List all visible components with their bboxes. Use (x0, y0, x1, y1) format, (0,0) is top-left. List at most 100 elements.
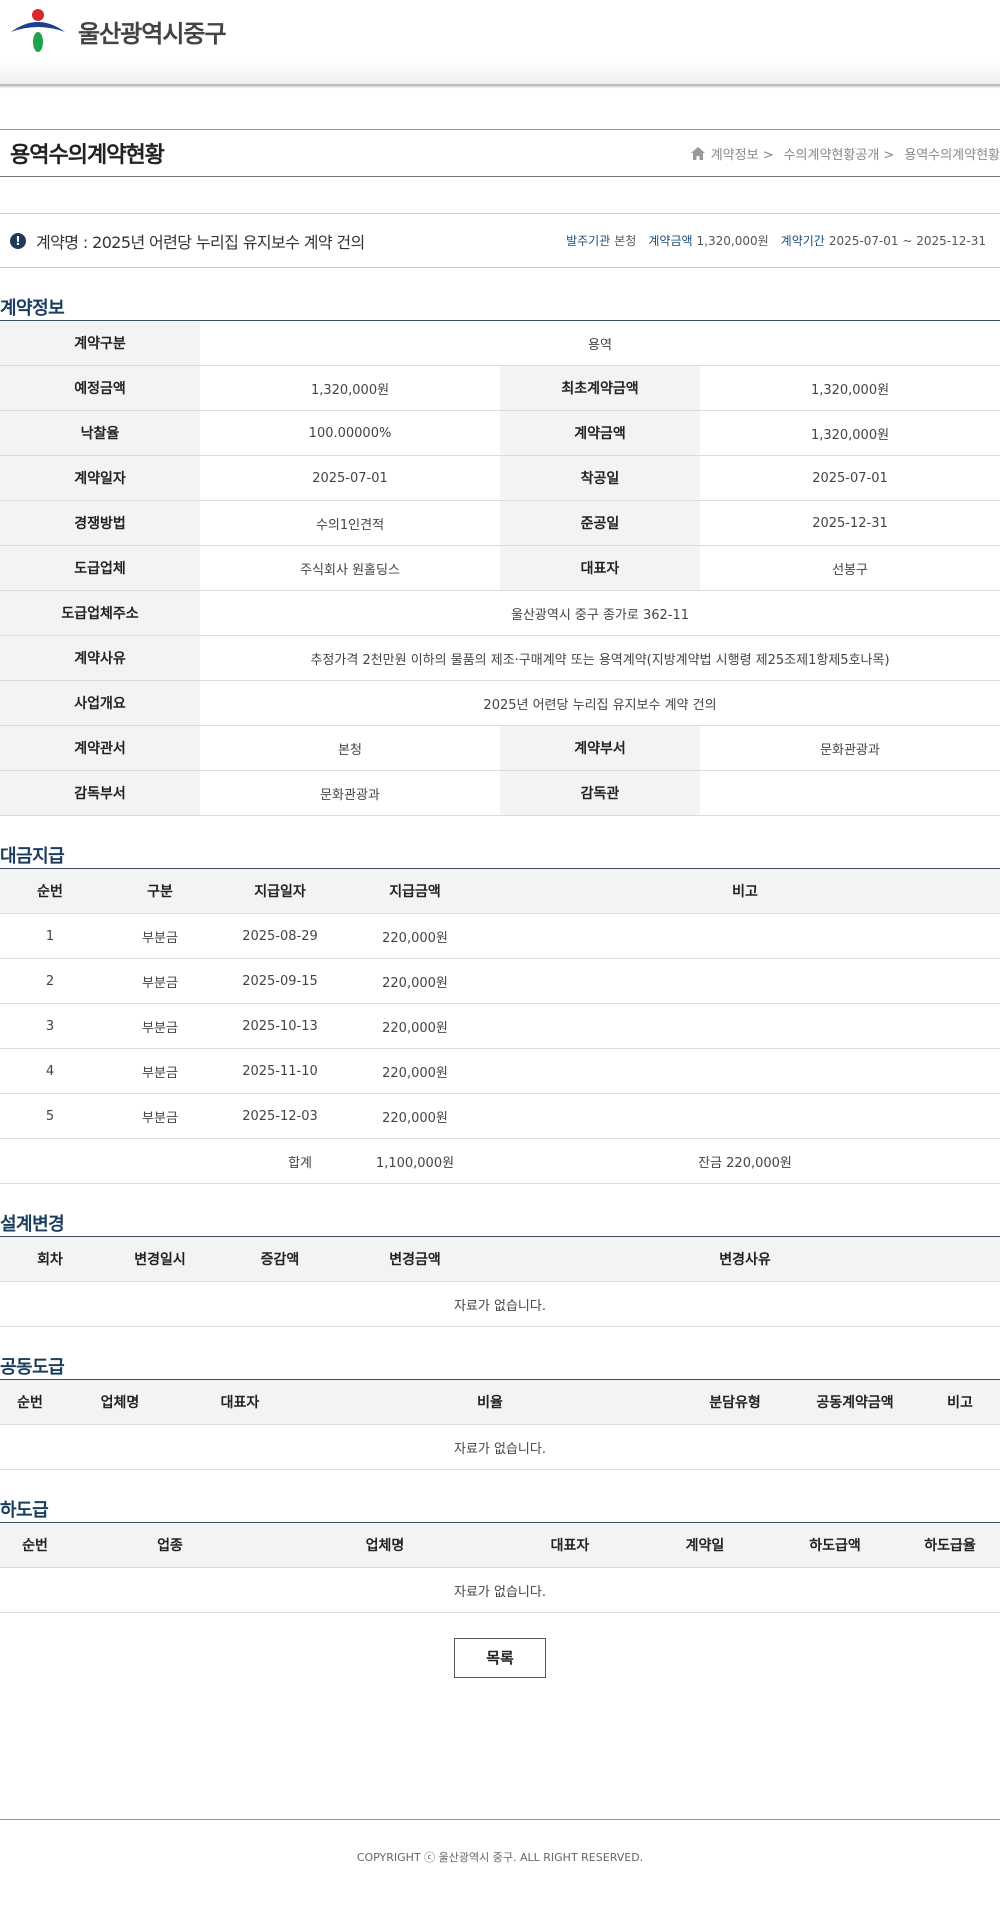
column-header: 비고 (490, 868, 1000, 914)
table-cell: 2025-09-15 (220, 958, 340, 1004)
footer: COPYRIGHT ⓒ 울산광역시 중구. ALL RIGHT RESERVED… (0, 1819, 1000, 1894)
site-name[interactable]: 울산광역시중구 (78, 14, 227, 49)
table-row: 2 부분금 2025-09-15 220,000원 (0, 958, 1000, 1004)
empty-message: 자료가 없습니다. (0, 1281, 1000, 1327)
column-header: 순번 (0, 868, 100, 914)
info-row: 계약사유 추정가격 2천만원 이하의 물품의 제조·구매계약 또는 용역계약(지방… (0, 635, 1000, 681)
table-cell: 220,000원 (340, 1048, 490, 1094)
column-header: 업종 (70, 1522, 270, 1568)
total-amount: 1,100,000원 (340, 1138, 490, 1184)
column-header: 분담유형 (680, 1379, 790, 1425)
empty-message: 자료가 없습니다. (0, 1567, 1000, 1613)
info-row: 낙찰율 100.00000% 계약금액 1,320,000원 (0, 410, 1000, 456)
period-value: 2025-07-01 ~ 2025-12-31 (828, 234, 986, 248)
info-label: 대표자 (500, 545, 700, 591)
info-label: 준공일 (500, 500, 700, 546)
table-header-row: 순번 업종 업체명 대표자 계약일 하도급액 하도급율 (0, 1522, 1000, 1568)
info-value: 1,320,000원 (700, 410, 1000, 456)
info-label: 예정금액 (0, 365, 200, 411)
column-header: 하도급액 (770, 1522, 900, 1568)
table-cell: 부분금 (100, 913, 220, 959)
info-label: 계약부서 (500, 725, 700, 771)
empty-row: 자료가 없습니다. (0, 1424, 1000, 1470)
table-cell (490, 1003, 1000, 1049)
home-icon[interactable] (690, 146, 705, 160)
table-cell: 2025-10-13 (220, 1003, 340, 1049)
info-value: 울산광역시 중구 종가로 362-11 (200, 590, 1000, 636)
table-cell: 3 (0, 1003, 100, 1049)
table-cell: 220,000원 (340, 1003, 490, 1049)
design-change-table: 회차 변경일시 증감액 변경금액 변경사유 자료가 없습니다. (0, 1236, 1000, 1327)
table-cell (490, 958, 1000, 1004)
info-label: 도급업체 (0, 545, 200, 591)
site-header: 울산광역시중구 (0, 0, 1000, 62)
table-cell (490, 1093, 1000, 1139)
column-header: 변경금액 (340, 1236, 490, 1282)
page-title: 용역수의계약현황 (10, 143, 165, 168)
column-header: 순번 (0, 1522, 70, 1568)
table-cell: 부분금 (100, 1093, 220, 1139)
column-header: 대표자 (500, 1522, 640, 1568)
title-bar: 용역수의계약현황 계약정보 > 수의계약현황공개 > 용역수의계약현황 (0, 129, 1000, 177)
agency-label: 발주기관 (566, 234, 611, 248)
info-value: 1,320,000원 (200, 365, 500, 411)
list-button[interactable]: 목록 (454, 1638, 546, 1678)
breadcrumb-private-contract[interactable]: 수의계약현황공개 > (784, 144, 895, 163)
column-header: 공동계약금액 (790, 1379, 920, 1425)
table-cell: 220,000원 (340, 958, 490, 1004)
info-label: 계약사유 (0, 635, 200, 681)
column-header: 회차 (0, 1236, 100, 1282)
table-cell: 220,000원 (340, 1093, 490, 1139)
junggu-logo-icon[interactable] (9, 8, 67, 54)
breadcrumb-contract-info[interactable]: 계약정보 > (711, 144, 774, 163)
contract-info-table: 계약구분 용역 예정금액 1,320,000원 최초계약금액 1,320,000원 낙찰율 1… (0, 320, 1000, 816)
section-title-payments: 대금지급 (0, 846, 65, 867)
table-cell: 5 (0, 1093, 100, 1139)
column-header: 업체명 (270, 1522, 500, 1568)
info-label: 계약일자 (0, 455, 200, 501)
nav-bar (0, 62, 1000, 86)
table-cell: 2025-11-10 (220, 1048, 340, 1094)
info-value: 주식회사 원홀딩스 (200, 545, 500, 591)
info-label: 사업개요 (0, 680, 200, 726)
info-label: 도급업체주소 (0, 590, 200, 636)
info-row: 계약구분 용역 (0, 320, 1000, 366)
info-value: 2025-12-31 (700, 500, 1000, 546)
table-header-row: 순번 업체명 대표자 비율 분담유형 공동계약금액 비고 (0, 1379, 1000, 1425)
copyright-text: COPYRIGHT ⓒ 울산광역시 중구. ALL RIGHT RESERVED… (356, 1851, 644, 1864)
table-cell (490, 1048, 1000, 1094)
empty-message: 자료가 없습니다. (0, 1424, 1000, 1470)
payments-table: 순번 구분 지급일자 지급금액 비고 1 부분금 2025-08-29 220,000원 2 부분… (0, 868, 1000, 1184)
subcontract-table: 순번 업종 업체명 대표자 계약일 하도급액 하도급율 자료가 없습니다. (0, 1522, 1000, 1613)
info-label: 계약금액 (500, 410, 700, 456)
table-cell: 1 (0, 913, 100, 959)
info-value (700, 770, 1000, 816)
info-row: 계약일자 2025-07-01 착공일 2025-07-01 (0, 455, 1000, 501)
contract-summary: ! 계약명 : 2025년 어련당 누리집 유지보수 계약 건의 발주기관 본청 … (0, 213, 1000, 268)
summary-meta: 발주기관 본청 계약금액 1,320,000원 계약기간 2025-07-01 ~ 2… (554, 232, 986, 249)
table-cell: 4 (0, 1048, 100, 1094)
table-cell (490, 913, 1000, 959)
table-cell: 부분금 (100, 1003, 220, 1049)
info-value: 추정가격 2천만원 이하의 물품의 제조·구매계약 또는 용역계약(지방계약법 … (200, 635, 1000, 681)
info-label: 착공일 (500, 455, 700, 501)
table-row: 5 부분금 2025-12-03 220,000원 (0, 1093, 1000, 1139)
total-label: 합계 (0, 1138, 340, 1184)
breadcrumb-current[interactable]: 용역수의계약현황 (904, 144, 1000, 163)
table-row: 3 부분금 2025-10-13 220,000원 (0, 1003, 1000, 1049)
info-value: 2025-07-01 (700, 455, 1000, 501)
info-label: 감독관 (500, 770, 700, 816)
info-row: 감독부서 문화관광과 감독관 (0, 770, 1000, 816)
table-cell: 2025-08-29 (220, 913, 340, 959)
table-header-row: 순번 구분 지급일자 지급금액 비고 (0, 868, 1000, 914)
info-value: 수의1인견적 (200, 500, 500, 546)
table-header-row: 회차 변경일시 증감액 변경금액 변경사유 (0, 1236, 1000, 1282)
column-header: 업체명 (60, 1379, 180, 1425)
table-row: 1 부분금 2025-08-29 220,000원 (0, 913, 1000, 959)
joint-contract-table: 순번 업체명 대표자 비율 분담유형 공동계약금액 비고 자료가 없습니다. (0, 1379, 1000, 1470)
column-header: 변경일시 (100, 1236, 220, 1282)
section-title-joint-contract: 공동도급 (0, 1357, 65, 1378)
period-label: 계약기간 (780, 234, 825, 248)
column-header: 비고 (920, 1379, 1000, 1425)
section-title-subcontract: 하도급 (0, 1500, 49, 1521)
